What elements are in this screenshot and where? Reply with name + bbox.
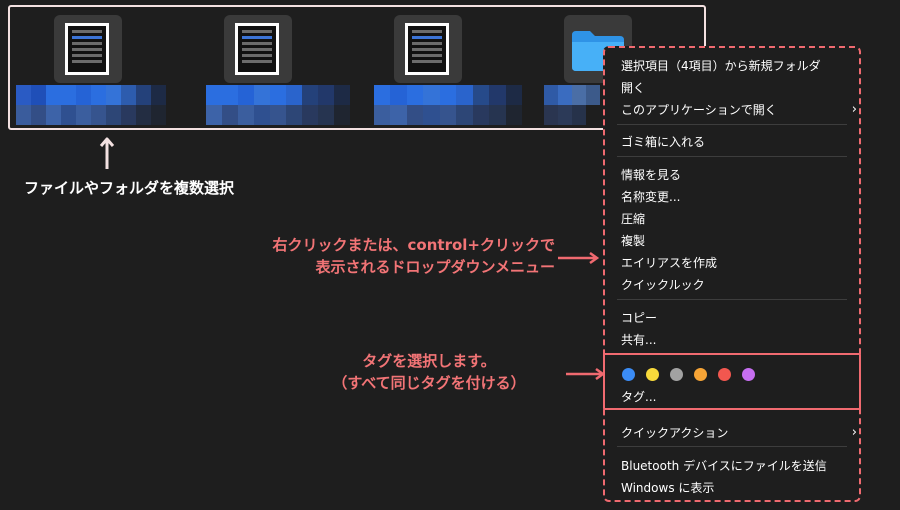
menu-get-info[interactable]: 情報を見る <box>621 167 681 183</box>
right-click-annotation: 右クリックまたは、control+クリックで 表示されるドロップダウンメニュー <box>200 234 555 278</box>
tag-color-orange[interactable] <box>694 368 707 381</box>
menu-rename[interactable]: 名称変更... <box>621 189 680 205</box>
tag-annotation: タグを選択します。 （すべて同じタグを付ける） <box>300 350 558 394</box>
tag-color-purple[interactable] <box>742 368 755 381</box>
menu-separator <box>617 124 847 125</box>
menu-new-folder-from-selection[interactable]: 選択項目（4項目）から新規フォルダ <box>621 58 821 74</box>
tag-color-red[interactable] <box>718 368 731 381</box>
menu-open-with-label: このアプリケーションで開く <box>621 103 777 117</box>
menu-open[interactable]: 開く <box>621 80 645 96</box>
menu-share[interactable]: 共有... <box>621 332 656 348</box>
menu-make-alias[interactable]: エイリアスを作成 <box>621 255 717 271</box>
menu-duplicate[interactable]: 複製 <box>621 233 645 249</box>
menu-bluetooth-send[interactable]: Bluetooth デバイスにファイルを送信 <box>621 458 827 474</box>
document-thumbnail-icon <box>405 23 449 75</box>
tag-color-yellow[interactable] <box>646 368 659 381</box>
menu-compress[interactable]: 圧縮 <box>621 211 645 227</box>
document-thumbnail-icon <box>235 23 279 75</box>
menu-quick-look[interactable]: クイックルック <box>621 277 705 293</box>
menu-show-in-windows[interactable]: Windows に表示 <box>621 480 714 496</box>
multi-select-caption: ファイルやフォルダを複数選択 <box>24 179 235 197</box>
arrow-right-icon <box>566 367 606 381</box>
menu-quick-actions[interactable]: クイックアクション › <box>621 425 857 441</box>
file-icon-2[interactable] <box>224 15 292 83</box>
file-icon-3[interactable] <box>394 15 462 83</box>
menu-separator <box>617 156 847 157</box>
menu-open-with[interactable]: このアプリケーションで開く › <box>621 102 857 118</box>
tag-color-gray[interactable] <box>670 368 683 381</box>
chevron-right-icon: › <box>851 425 857 440</box>
file-name-label-3 <box>374 85 522 125</box>
arrow-right-icon <box>558 251 600 265</box>
arrow-up-icon <box>99 137 115 169</box>
right-click-note-line2: 表示されるドロップダウンメニュー <box>315 258 555 276</box>
menu-quick-actions-label: クイックアクション <box>621 426 729 440</box>
tag-note-line2: （すべて同じタグを付ける） <box>332 374 526 392</box>
file-name-label-1 <box>16 85 166 125</box>
context-menu: 選択項目（4項目）から新規フォルダ 開く このアプリケーションで開く › ゴミ箱… <box>603 46 861 502</box>
file-icon-1[interactable] <box>54 15 122 83</box>
tag-note-line1: タグを選択します。 <box>362 352 496 370</box>
menu-separator <box>617 446 847 447</box>
file-name-label-2 <box>206 85 350 125</box>
tag-section-highlight <box>603 353 861 410</box>
menu-separator <box>617 299 847 300</box>
chevron-right-icon: › <box>851 102 857 117</box>
menu-move-to-trash[interactable]: ゴミ箱に入れる <box>621 134 705 150</box>
document-thumbnail-icon <box>65 23 109 75</box>
tag-color-blue[interactable] <box>622 368 635 381</box>
right-click-note-line1: 右クリックまたは、control+クリックで <box>272 236 555 254</box>
menu-copy[interactable]: コピー <box>621 310 657 326</box>
folder-name-label <box>544 85 600 125</box>
